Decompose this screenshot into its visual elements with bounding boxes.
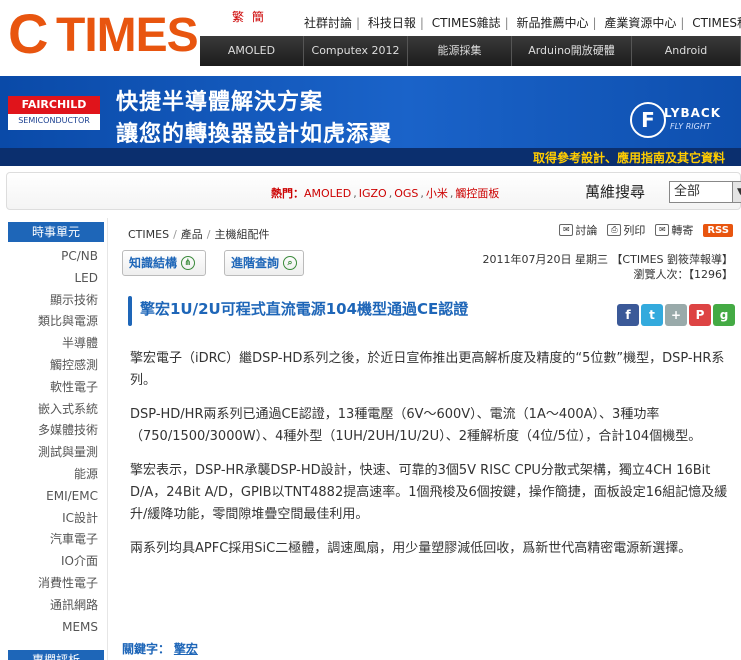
sidebar-item-network[interactable]: 通訊網路 [0,595,104,617]
article-views: 瀏覽人次：【1296】 [633,268,734,281]
hot-keyword[interactable]: IGZO [359,187,387,200]
article-title: 擎宏1U/2U可程式直流電源104機型通過CE認證 [140,300,469,318]
logo-text: TIMES [56,9,199,62]
article-body: 擎宏電子（iDRC）繼DSP-HD系列之後，於近日宣佈推出更高解析度及精度的“5… [130,348,730,572]
rss-button[interactable]: RSS [703,223,733,237]
breadcrumb-products[interactable]: 產品 [181,228,203,241]
sidebar-item-automotive[interactable]: 汽車電子 [0,529,104,551]
article-main: CTIMES / 產品 / 主機組配件 ✉ 討論 ⎙ 列印 ✉ 轉寄 RSS 知識結構 ⋔ 進… [116,218,741,660]
sidebar-list: PC/NB LED 顯示技術 類比與電源 半導體 觸控感測 軟性電子 嵌入式系統… [0,246,104,638]
twitter-icon[interactable]: t [641,304,663,326]
article-keywords: 關鍵字： 擎宏 [122,642,198,656]
keyword-link[interactable]: 擎宏 [174,642,198,656]
nav-android[interactable]: Android [632,36,741,66]
article-paragraph: 兩系列均具APFC採用SiC二極體，調速風扇，用少量塑膠減低回收，爲新世代高精密… [130,541,692,556]
sidebar-title: 時事單元 [8,222,104,242]
top-link-ctimes-tech[interactable]: CTIMES科 [688,16,741,30]
chevron-down-icon[interactable]: ▼ [732,182,741,202]
facebook-icon[interactable]: f [617,304,639,326]
sidebar-item-semiconductor[interactable]: 半導體 [0,333,104,355]
print-button[interactable]: ⎙ 列印 [607,222,645,238]
printer-icon: ⎙ [607,224,622,236]
sidebar-item-embedded[interactable]: 嵌入式系統 [0,399,104,421]
banner-headline-1: 快捷半導體解決方案 [116,90,324,115]
search-icon: ⌕ [283,256,297,270]
nav-computex[interactable]: Computex 2012 [304,36,408,66]
sidebar-item-analog-power[interactable]: 類比與電源 [0,311,104,333]
sidebar-item-ic-design[interactable]: IC設計 [0,508,104,530]
sidebar: 時事單元 PC/NB LED 顯示技術 類比與電源 半導體 觸控感測 軟性電子 … [0,218,108,660]
chat-icon: ✉ [559,224,574,236]
breadcrumb-ctimes[interactable]: CTIMES [128,228,169,241]
sidebar-item-io[interactable]: IO介面 [0,551,104,573]
tree-icon: ⋔ [181,256,196,270]
article-date: 2011年07月20日 星期三 【CTIMES 劉筱萍報導】 [482,253,733,266]
flyback-logo: F LYBACK FLY RIGHT [630,102,724,138]
search-bar: 熱門：AMOLED, IGZO, OGS, 小米, 觸控面板 萬維搜尋 全部 ▼ [6,172,741,210]
lang-simplified[interactable]: 簡 [252,10,264,24]
sidebar-item-mems[interactable]: MEMS [0,617,104,639]
top-link-community[interactable]: 社群討論 [300,16,356,30]
sidebar-item-emi[interactable]: EMI/EMC [0,486,104,508]
advanced-search-button[interactable]: 進階查詢 ⌕ [224,250,304,276]
sidebar-item-led[interactable]: LED [0,268,104,290]
hot-keyword[interactable]: 觸控面板 [455,187,499,200]
breadcrumb-components[interactable]: 主機組配件 [215,228,270,241]
search-scope-select[interactable]: 全部 ▼ [669,181,741,203]
sidebar-item-flexible[interactable]: 軟性電子 [0,377,104,399]
nav-arduino[interactable]: Arduino開放硬體 [512,36,632,66]
sidebar-title-columns: 專欄評析 [8,650,104,660]
article-paragraph: DSP-HD/HR兩系列已通過CE認證，13種電壓（6V～600V）、電流（1A… [130,407,702,444]
hot-keyword[interactable]: 小米 [426,187,448,200]
ad-banner[interactable]: FAIRCHILD SEMICONDUCTOR 快捷半導體解決方案 讓您的轉換器… [0,76,741,166]
sidebar-item-test[interactable]: 測試與量測 [0,442,104,464]
plurk-icon[interactable]: + [665,304,687,326]
article-paragraph: 擎宏電子（iDRC）繼DSP-HD系列之後，於近日宣佈推出更高解析度及精度的“5… [130,351,725,388]
top-link-daily[interactable]: 科技日報 [364,16,420,30]
fairchild-logo: FAIRCHILD SEMICONDUCTOR [8,96,100,130]
mail-icon: ✉ [655,224,670,236]
hot-keyword[interactable]: OGS [394,187,418,200]
sidebar-item-touch[interactable]: 觸控感測 [0,355,104,377]
top-link-magazine[interactable]: CTIMES雜誌 [428,16,505,30]
nav-amoled[interactable]: AMOLED [200,36,304,66]
top-link-resources[interactable]: 產業資源中心 [600,16,680,30]
breadcrumb: CTIMES / 產品 / 主機組配件 [128,228,270,241]
flyback-icon: F [630,102,666,138]
sidebar-item-consumer[interactable]: 消費性電子 [0,573,104,595]
hot-keywords: 熱門：AMOLED, IGZO, OGS, 小米, 觸控面板 [271,187,500,200]
sidebar-item-energy[interactable]: 能源 [0,464,104,486]
main-nav: AMOLED Computex 2012 能源採集 Arduino開放硬體 An… [200,36,741,66]
plurk-p-icon[interactable]: P [689,304,711,326]
top-links: 社群討論 | 科技日報 | CTIMES雜誌 | 新品推薦中心 | 產業資源中心 | CT… [300,14,741,31]
nav-energy-harvesting[interactable]: 能源採集 [408,36,512,66]
lang-traditional[interactable]: 繁 [232,10,244,24]
search-label: 萬維搜尋 [585,183,646,201]
banner-cta[interactable]: 取得參考設計、應用指南及其它資料 [0,148,741,166]
discuss-button[interactable]: ✉ 討論 [559,222,597,238]
article-meta: 2011年07月20日 星期三 【CTIMES 劉筱萍報導】 瀏覽人次：【129… [482,252,733,282]
share-buttons: f t + P g [617,304,735,326]
ctimes-logo[interactable]: C TIMES [8,4,199,66]
article-paragraph: 擎宏表示，DSP-HR承襲DSP-HD設計，快速、可靠的3個5V RISC CP… [130,463,728,522]
hot-keyword[interactable]: AMOLED [304,187,351,200]
banner-headline-2: 讓您的轉換器設計如虎添翼 [116,122,393,147]
sidebar-item-pcnb[interactable]: PC/NB [0,246,104,268]
article-tools: ✉ 討論 ⎙ 列印 ✉ 轉寄 RSS [559,222,733,238]
knowledge-structure-button[interactable]: 知識結構 ⋔ [122,250,206,276]
sidebar-item-multimedia[interactable]: 多媒體技術 [0,420,104,442]
top-link-products[interactable]: 新品推薦中心 [512,16,592,30]
title-accent [128,296,132,326]
site-header: C TIMES 繁 簡 社群討論 | 科技日報 | CTIMES雜誌 | 新品推薦中心… [0,0,741,72]
google-icon[interactable]: g [713,304,735,326]
forward-button[interactable]: ✉ 轉寄 [655,222,693,238]
language-switch: 繁 簡 [232,8,268,25]
sidebar-item-display[interactable]: 顯示技術 [0,290,104,312]
